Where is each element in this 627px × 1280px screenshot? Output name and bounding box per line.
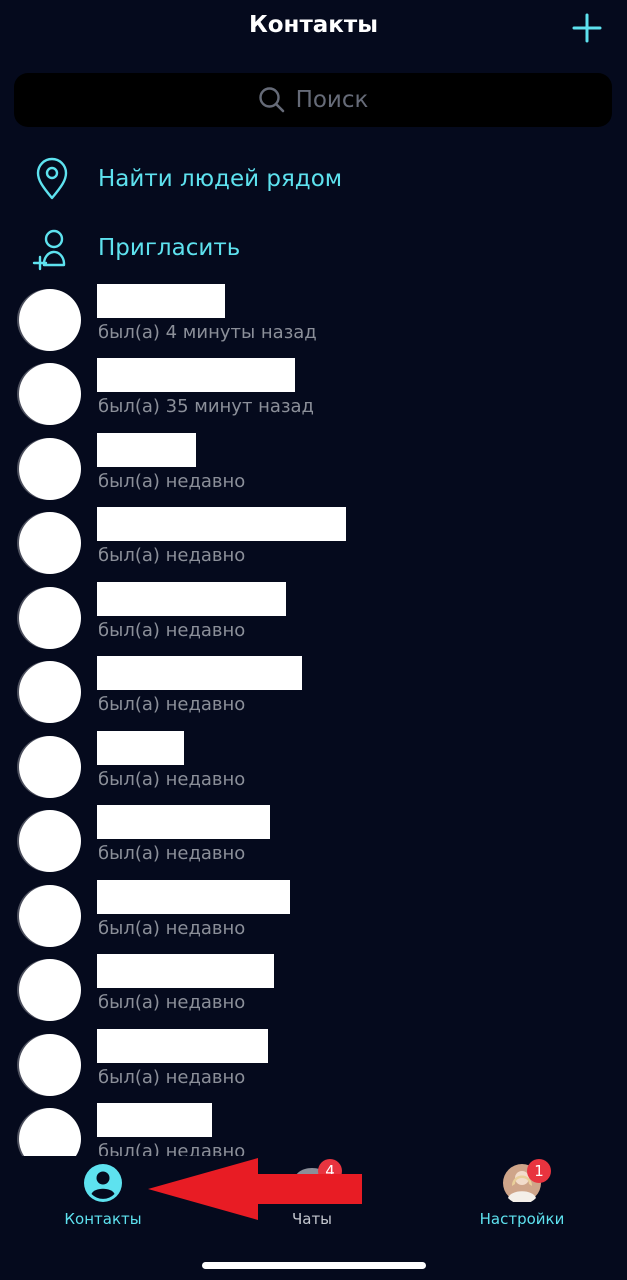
contact-status: был(а) недавно bbox=[98, 918, 246, 939]
page-title: Контакты bbox=[248, 12, 379, 38]
avatar bbox=[19, 810, 81, 872]
contact-status: был(а) недавно bbox=[98, 769, 246, 790]
invite-item[interactable]: Пригласить bbox=[0, 225, 627, 285]
contact-name-redacted bbox=[97, 284, 225, 318]
avatar bbox=[19, 661, 81, 723]
contact-row[interactable]: был(а) 35 минут назад bbox=[0, 356, 627, 430]
contact-row[interactable]: был(а) недавно bbox=[0, 654, 627, 728]
add-person-icon bbox=[32, 229, 66, 271]
contact-status: был(а) 4 минуты назад bbox=[98, 322, 317, 343]
contact-row[interactable]: был(а) недавно bbox=[0, 431, 627, 505]
contact-name-redacted bbox=[97, 656, 302, 690]
contacts-list[interactable]: был(а) 4 минуты назад был(а) 35 минут на… bbox=[0, 282, 627, 1156]
contact-status: был(а) недавно bbox=[98, 620, 246, 641]
avatar bbox=[19, 512, 81, 574]
header: Контакты bbox=[0, 0, 627, 60]
contact-name-redacted bbox=[97, 805, 270, 839]
search-placeholder: Поиск bbox=[295, 87, 369, 113]
contact-row[interactable]: был(а) недавно bbox=[0, 580, 627, 654]
find-people-nearby-label: Найти людей рядом bbox=[98, 166, 343, 192]
plus-icon[interactable] bbox=[571, 12, 603, 44]
contact-status: был(а) недавно bbox=[98, 1141, 246, 1156]
contact-status: был(а) недавно bbox=[98, 545, 246, 566]
contact-name-redacted bbox=[97, 358, 295, 392]
invite-label: Пригласить bbox=[98, 235, 241, 261]
search-input[interactable]: Поиск bbox=[14, 73, 612, 127]
avatar bbox=[19, 1034, 81, 1096]
avatar bbox=[19, 885, 81, 947]
contact-name-redacted bbox=[97, 433, 196, 467]
contact-name-redacted bbox=[97, 507, 346, 541]
avatar bbox=[19, 736, 81, 798]
settings-badge: 1 bbox=[527, 1159, 551, 1183]
avatar bbox=[19, 289, 81, 351]
avatar bbox=[19, 959, 81, 1021]
contact-status: был(а) недавно bbox=[98, 992, 246, 1013]
contact-row[interactable]: был(а) недавно bbox=[0, 803, 627, 877]
home-indicator[interactable] bbox=[202, 1262, 426, 1269]
contact-row[interactable]: был(а) недавно bbox=[0, 729, 627, 803]
avatar bbox=[19, 587, 81, 649]
contact-status: был(а) недавно bbox=[98, 471, 246, 492]
avatar bbox=[19, 438, 81, 500]
annotation-arrow bbox=[148, 1158, 362, 1220]
avatar bbox=[19, 363, 81, 425]
contact-name-redacted bbox=[97, 954, 274, 988]
contact-status: был(а) недавно bbox=[98, 1067, 246, 1088]
person-circle-icon bbox=[84, 1164, 122, 1202]
contact-row[interactable]: был(а) недавно bbox=[0, 1027, 627, 1101]
tab-settings-label: Настройки bbox=[479, 1210, 565, 1228]
avatar bbox=[19, 1108, 81, 1156]
contact-status: был(а) недавно bbox=[98, 694, 246, 715]
contact-name-redacted bbox=[97, 1103, 212, 1137]
contact-name-redacted bbox=[97, 880, 290, 914]
find-people-nearby-item[interactable]: Найти людей рядом bbox=[0, 156, 627, 216]
contact-status: был(а) недавно bbox=[98, 843, 246, 864]
contact-row[interactable]: был(а) недавно bbox=[0, 505, 627, 579]
contact-name-redacted bbox=[97, 731, 184, 765]
contact-row[interactable]: был(а) 4 минуты назад bbox=[0, 282, 627, 356]
contact-name-redacted bbox=[97, 1029, 268, 1063]
contact-row[interactable]: был(а) недавно bbox=[0, 952, 627, 1026]
location-pin-icon bbox=[36, 157, 68, 200]
tab-settings[interactable]: 1 Настройки bbox=[442, 1156, 602, 1236]
contact-status: был(а) 35 минут назад bbox=[98, 396, 314, 417]
contact-name-redacted bbox=[97, 582, 286, 616]
contact-row[interactable]: был(а) недавно bbox=[0, 1101, 627, 1156]
search-icon bbox=[258, 87, 284, 113]
contact-row[interactable]: был(а) недавно bbox=[0, 878, 627, 952]
